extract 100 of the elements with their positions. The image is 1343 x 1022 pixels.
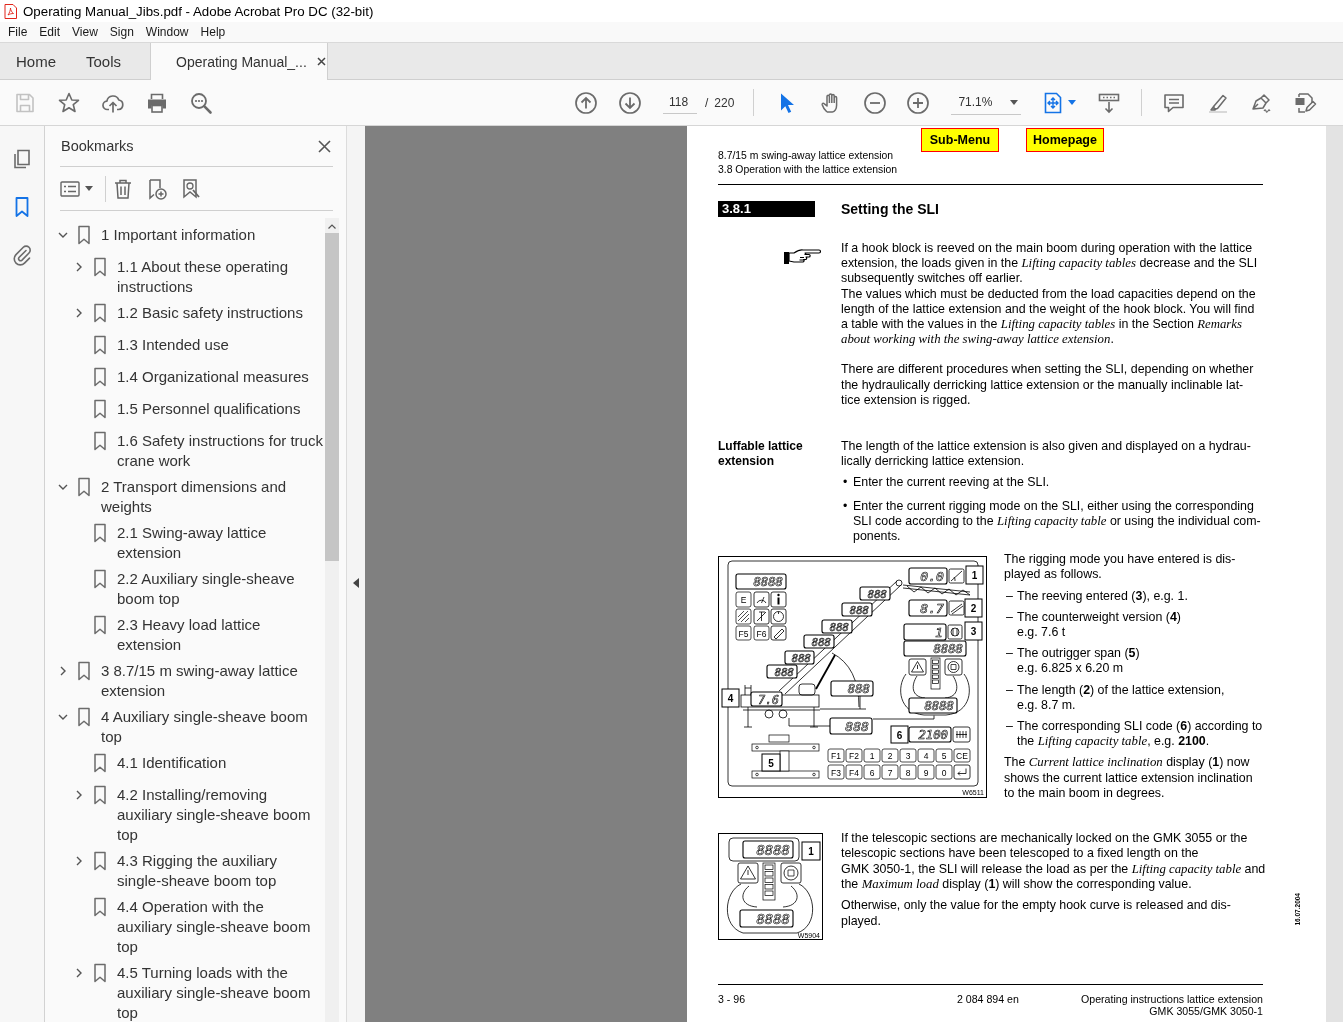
segment-display: 888 [830,680,874,697]
callout-number: 1 [801,841,821,861]
chevron-down-icon[interactable] [58,482,68,492]
trash-icon[interactable] [112,177,134,200]
paragraph: The rigging mode you have entered is dis- played as follows. [1004,552,1236,583]
bookmark-label[interactable]: 2.1 Swing-away lattice extension [117,523,267,563]
paragraph: The length of the lattice extension is also given and displayed on a hydrau- lically derricking lattice extension. [841,439,1251,470]
triangle-left-icon[interactable] [353,578,359,588]
function-key: F5 [735,625,752,641]
bookmark-icon [77,477,91,497]
chevron-right-icon[interactable] [58,666,68,676]
dash-marker: – [1005,646,1013,663]
segment-display: 8888 [908,697,958,714]
menu-item[interactable]: Window [145,25,189,39]
paragraph: The Current lattice inclination display (1) now shows the current lattice extension inclination to the main boom in degrees. [1004,755,1253,802]
bookmark-icon [93,851,107,871]
dash-marker: – [1005,682,1013,699]
close-icon[interactable] [316,57,326,66]
bookmark-label[interactable]: 2.3 Heavy load lattice extension [117,615,261,655]
caret-icon [1068,100,1077,105]
chevron-down-icon[interactable] [58,230,68,240]
chevron-right-icon[interactable] [74,262,84,272]
keypad-key: F2 [845,748,863,763]
bookmark-label[interactable]: 4.4 Operation with the auxiliary single-sheave boom top [117,897,311,957]
segment-display: 888 [766,664,798,679]
chevron-right-icon[interactable] [74,308,84,318]
bookmark-label[interactable]: 4 Auxiliary single-sheave boom top [101,707,308,747]
menu-item[interactable]: Edit [39,25,61,39]
bookmark-label[interactable]: 4.3 Rigging the auxiliary single-sheave boom top [117,851,278,891]
bookmark-icon [93,569,107,589]
menu-item[interactable]: Sign [109,25,134,39]
bookmark-label[interactable]: 1.1 About these operating instructions [117,257,288,297]
close-icon[interactable] [318,139,331,153]
bookmark-icon [93,335,107,355]
keypad-key: F1 [827,748,845,763]
bookmark-label[interactable]: 2.2 Auxiliary single-sheave boom top [117,569,295,609]
bookmark-icon [93,303,107,323]
scrollbar-thumb[interactable] [325,233,339,561]
tab[interactable]: Tools [73,43,151,79]
bookmark-icon [93,399,107,419]
list-item-text: Enter the current rigging mode on the SLI, either using the corresponding SLI code according to the Lifting capacity table or using the individual com- ponents. [853,498,1261,545]
chevron-right-icon[interactable] [74,790,84,800]
document-code: 2 084 894 en [957,993,1020,1008]
chevron-right-icon[interactable] [74,968,84,978]
bookmark-icon [93,753,107,773]
bookmark-label[interactable]: 4.5 Turning loads with the auxiliary single-sheave boom top [117,963,311,1022]
bookmark-label[interactable]: 1.5 Personnel qualifications [117,399,301,419]
bookmark-label[interactable]: 1.2 Basic safety instructions [117,303,303,323]
running-head: 8.7/15 m swing-away lattice extension [718,149,893,163]
segment-display: 8888 [739,909,794,928]
list-item-text: The length (2) of the lattice extension, e.g. 8.7 m. [1017,682,1225,714]
bookmark-icon [93,257,107,277]
callout-number: 5 [761,753,781,772]
nav-link-button[interactable]: Sub-Menu [921,128,999,152]
function-key: F6 [753,625,770,641]
keypad-key: 8 [899,764,917,780]
bookmark-label[interactable]: 1 Important information [101,225,256,245]
chevron-down-icon[interactable] [58,712,68,722]
keypad-key: 9 [917,764,935,780]
bookmark-label[interactable]: 3 8.7/15 m swing-away lattice extension [101,661,298,701]
segment-display: 888 [859,586,891,601]
bookmark-label[interactable]: 4.1 Identification [117,753,227,773]
page-separator: / [705,95,709,110]
segment-display: 2100 [908,726,952,743]
tab[interactable]: Home [0,43,73,79]
scrollbar-track[interactable] [1326,126,1343,1022]
bookmark-icon [77,661,91,681]
enter-key-icon [953,764,971,780]
menu-item[interactable]: Help [200,25,226,39]
dial-icon [770,608,787,625]
bookmark-label[interactable]: 1.3 Intended use [117,335,229,355]
zoom-input[interactable]: 71.1% [958,95,1003,109]
bookmark-icon [77,707,91,727]
bookmark-label[interactable]: 4.2 Installing/removing auxiliary single-sheave boom top [117,785,311,845]
segment-display: 0.0 [908,567,948,585]
gauge-icon [753,591,770,608]
tab[interactable]: Operating Manual_... [150,43,329,80]
bookmark-label[interactable]: 2 Transport dimensions and weights [101,477,287,517]
zoom-field[interactable]: 71.1% [951,90,1022,115]
page-pencil-icon [1293,90,1318,115]
bookmark-search-icon[interactable] [180,177,202,200]
section-number: 3.8.1 [718,201,815,217]
bookmark-add-icon[interactable] [146,177,168,200]
bookmark-label[interactable]: 1.6 Safety instructions for truck crane work [117,431,323,471]
bookmark-label[interactable]: 1.4 Organizational measures [117,367,309,387]
menu-item[interactable]: File [8,25,28,39]
chevron-right-icon[interactable] [74,856,84,866]
bullet-marker: • [842,498,848,515]
segment-display: 888 [821,619,853,634]
list-item-text: The outrigger span (5) e.g. 6.825 x 6.20 m [1017,646,1140,677]
bookmark-icon [93,367,107,387]
nav-link-button[interactable]: Homepage [1026,128,1104,152]
scrollbar-track[interactable] [325,218,339,1022]
crossed-lines-icon [753,608,770,625]
menu-item[interactable]: View [72,25,98,39]
reference-line [819,708,867,710]
bookmark-icon [93,897,107,917]
callout-number: 4 [721,688,740,708]
bookmark-icon [93,785,107,805]
page-number-field[interactable]: 118 [663,91,697,114]
